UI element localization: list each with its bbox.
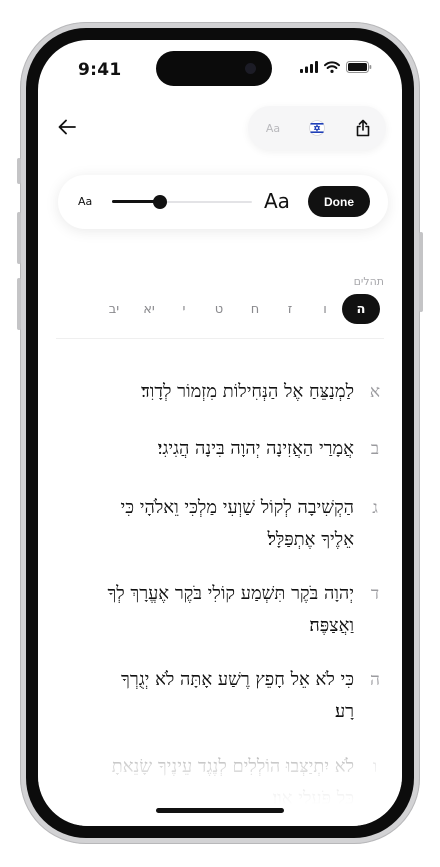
verse-number: א <box>369 382 381 402</box>
verse-text-line: לַמְנַצֵּחַ אֶל הַנְּחִילוֹת מִזְמוֹר לְ… <box>141 381 354 402</box>
verse[interactable]: א לַמְנַצֵּחַ אֶל הַנְּחִילוֹת מִזְמוֹר ל… <box>64 376 386 408</box>
verse-text-line: אֵלֶיךָ אֶתְפַּלָּל׃ <box>267 529 354 550</box>
verse-text-line: וַאֲצַפֶּה׃ <box>309 615 354 636</box>
action-button <box>17 158 21 184</box>
app-screen: 9:41 Aa Aa Aa Done תהלים ה ו ז ח ט י יא … <box>38 40 402 826</box>
volume-down-button <box>17 278 21 330</box>
verse-text-line: כִּי לֹא אֵל חָפֵץ רֶשַׁע אָתָּה לֹא יְג… <box>121 669 354 690</box>
verse-number: ו <box>372 757 378 777</box>
verse[interactable]: ב אֲמָרַי הַאֲזִינָה יְהוָה בִּינָה הֲגִי… <box>64 433 386 465</box>
verse-text-line: יְהוָה בֹּקֶר תִּשְׁמַע קוֹלִי בֹּקֶר אֶ… <box>107 583 354 604</box>
verse-number: ד <box>370 584 380 604</box>
verse-list: א לַמְנַצֵּחַ אֶל הַנְּחִילוֹת מִזְמוֹר ל… <box>38 40 402 826</box>
verse[interactable]: ה כִּי לֹא אֵל חָפֵץ רֶשַׁע אָתָּה לֹא יְ… <box>64 664 386 728</box>
verse-text-line: לֹא יִתְיַצְּבוּ הוֹלְלִים לְנֶגֶד עֵינֶ… <box>111 756 354 777</box>
verse[interactable]: ד יְהוָה בֹּקֶר תִּשְׁמַע קוֹלִי בֹּקֶר א… <box>64 578 386 642</box>
side-button <box>419 232 423 312</box>
phone-frame: 9:41 Aa Aa Aa Done תהלים ה ו ז ח ט י יא … <box>17 22 423 844</box>
home-indicator[interactable] <box>156 808 284 813</box>
verse-number: ב <box>370 439 380 459</box>
volume-up-button <box>17 212 21 264</box>
phone-bezel: 9:41 Aa Aa Aa Done תהלים ה ו ז ח ט י יא … <box>26 28 414 838</box>
verse[interactable]: ו לֹא יִתְיַצְּבוּ הוֹלְלִים לְנֶגֶד עֵינ… <box>64 751 386 815</box>
verse-number: ג <box>372 498 378 518</box>
verse-text-line: רָע׃ <box>334 701 354 722</box>
verse-text-line: הַקְשִׁיבָה לְקוֹל שַׁוְעִי מַלְכִּי וֵא… <box>120 497 354 518</box>
verse-text-line: אֲמָרַי הַאֲזִינָה יְהוָה בִּינָה הֲגִיג… <box>157 438 354 459</box>
verse-number: ה <box>370 670 380 690</box>
verse[interactable]: ג הַקְשִׁיבָה לְקוֹל שַׁוְעִי מַלְכִּי וֵ… <box>64 492 386 556</box>
